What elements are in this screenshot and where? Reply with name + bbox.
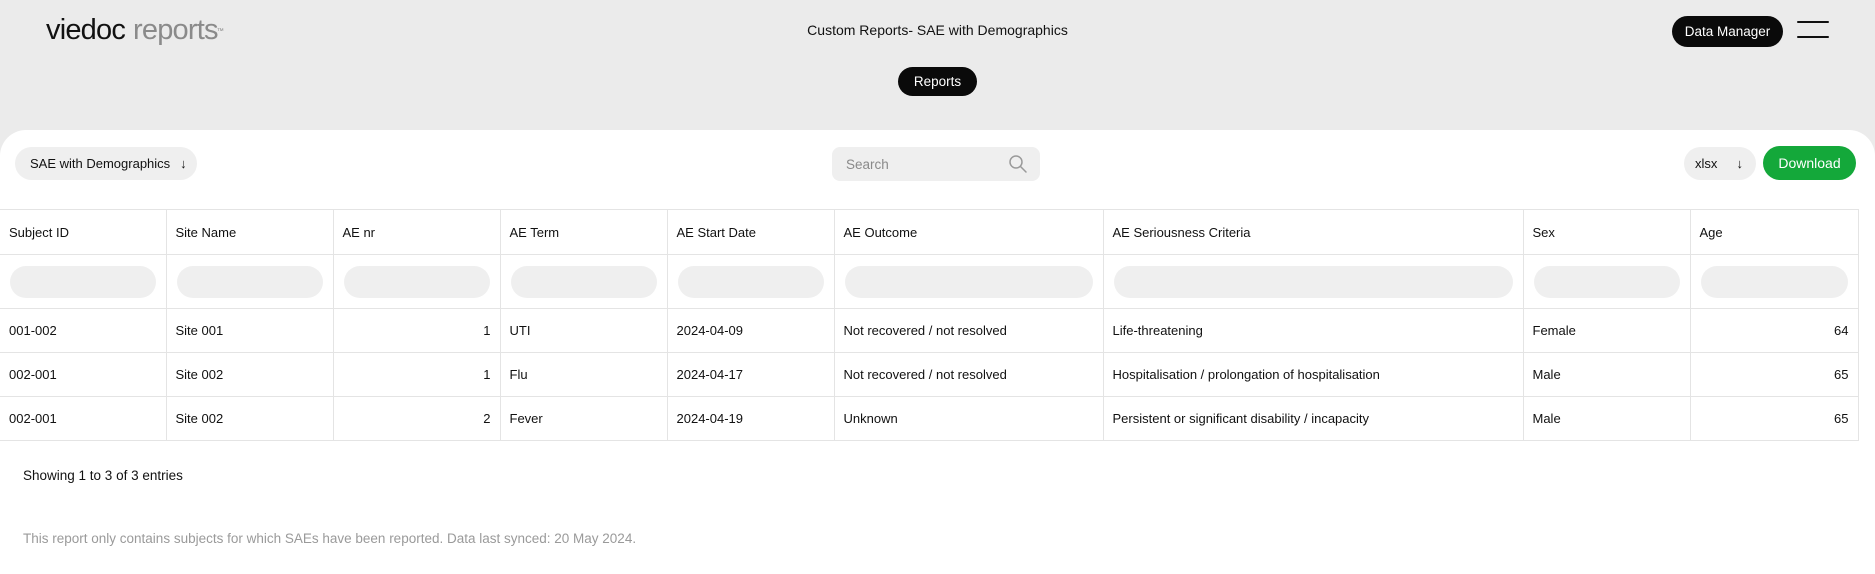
report-card: SAE with Demographics ↓ xlsx ↓ Download … (0, 130, 1875, 574)
search-icon[interactable] (1008, 154, 1028, 174)
column-header[interactable]: Sex (1522, 209, 1691, 255)
arrow-down-icon: ↓ (180, 156, 187, 171)
hamburger-menu-icon[interactable] (1797, 21, 1829, 39)
page-title: Custom Reports- SAE with Demographics (807, 22, 1068, 38)
cell-age: 65 (1689, 396, 1859, 441)
column-filter-input[interactable] (10, 265, 156, 298)
cell-ae-seriousness: Life-threatening (1102, 308, 1524, 353)
column-filter-input[interactable] (1113, 265, 1513, 298)
table-row: 001-002 Site 001 1 UTI 2024-04-09 Not re… (0, 308, 1859, 353)
table-filter-row (0, 254, 1859, 309)
column-header[interactable]: AE Seriousness Criteria (1102, 209, 1524, 255)
cell-ae-term: Fever (499, 396, 668, 441)
cell-ae-start-date: 2024-04-09 (666, 308, 835, 353)
column-header[interactable]: AE Term (499, 209, 668, 255)
column-filter-input[interactable] (1533, 265, 1680, 298)
reports-nav-pill[interactable]: Reports (898, 67, 977, 96)
cell-site-name: Site 002 (165, 396, 334, 441)
column-header[interactable]: AE nr (332, 209, 501, 255)
cell-site-name: Site 001 (165, 308, 334, 353)
table-row: 002-001 Site 002 2 Fever 2024-04-19 Unkn… (0, 396, 1859, 441)
cell-subject-id: 001-002 (0, 308, 167, 353)
format-select-dropdown[interactable]: xlsx ↓ (1684, 147, 1756, 180)
column-filter-input[interactable] (1700, 265, 1848, 298)
cell-ae-term: Flu (499, 352, 668, 397)
cell-ae-seriousness: Hospitalisation / prolongation of hospit… (1102, 352, 1524, 397)
cell-ae-start-date: 2024-04-19 (666, 396, 835, 441)
column-header[interactable]: AE Outcome (833, 209, 1104, 255)
search-input[interactable] (846, 156, 996, 172)
table-header-row: Subject ID Site Name AE nr AE Term AE St… (0, 209, 1859, 255)
column-filter-input[interactable] (510, 265, 657, 298)
report-table: Subject ID Site Name AE nr AE Term AE St… (0, 209, 1859, 441)
cell-site-name: Site 002 (165, 352, 334, 397)
cell-ae-outcome: Not recovered / not resolved (833, 352, 1104, 397)
column-header[interactable]: Site Name (165, 209, 334, 255)
entries-count: Showing 1 to 3 of 3 entries (23, 468, 183, 483)
column-header[interactable]: AE Start Date (666, 209, 835, 255)
column-filter-input[interactable] (343, 265, 490, 298)
column-filter-input[interactable] (176, 265, 323, 298)
column-filter-input[interactable] (844, 265, 1093, 298)
table-row: 002-001 Site 002 1 Flu 2024-04-17 Not re… (0, 352, 1859, 397)
column-header[interactable]: Age (1689, 209, 1859, 255)
cell-ae-nr: 1 (332, 308, 501, 353)
report-select-label: SAE with Demographics (30, 156, 171, 171)
cell-ae-nr: 2 (332, 396, 501, 441)
cell-sex: Male (1522, 352, 1691, 397)
column-header[interactable]: Subject ID (0, 209, 167, 255)
cell-subject-id: 002-001 (0, 352, 167, 397)
search-box[interactable] (832, 147, 1040, 181)
download-button[interactable]: Download (1763, 146, 1856, 180)
role-button[interactable]: Data Manager (1672, 16, 1783, 47)
cell-ae-outcome: Unknown (833, 396, 1104, 441)
cell-ae-term: UTI (499, 308, 668, 353)
cell-ae-nr: 1 (332, 352, 501, 397)
cell-age: 64 (1689, 308, 1859, 353)
cell-age: 65 (1689, 352, 1859, 397)
cell-subject-id: 002-001 (0, 396, 167, 441)
arrow-down-icon: ↓ (1736, 156, 1744, 171)
format-select-label: xlsx (1695, 156, 1718, 171)
cell-sex: Female (1522, 308, 1691, 353)
cell-ae-start-date: 2024-04-17 (666, 352, 835, 397)
column-filter-input[interactable] (677, 265, 824, 298)
report-select-dropdown[interactable]: SAE with Demographics ↓ (15, 147, 197, 180)
cell-sex: Male (1522, 396, 1691, 441)
report-footnote: This report only contains subjects for w… (23, 531, 637, 546)
cell-ae-outcome: Not recovered / not resolved (833, 308, 1104, 353)
cell-ae-seriousness: Persistent or significant disability / i… (1102, 396, 1524, 441)
